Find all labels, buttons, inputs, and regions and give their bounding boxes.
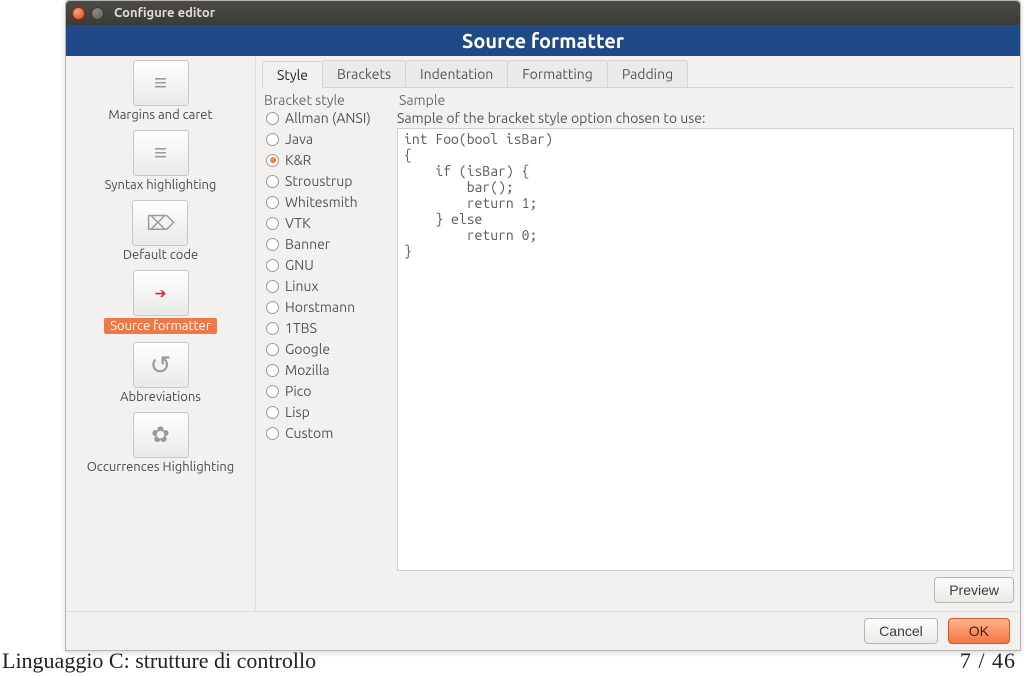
text-icon [133, 60, 189, 106]
titlebar: Configure editor [66, 1, 1020, 25]
bracket-option-mozilla[interactable]: Mozilla [266, 362, 397, 378]
radio-label: Google [285, 341, 330, 357]
radio-icon [266, 196, 279, 209]
sidebar-item-syntax-highlighting[interactable]: Syntax highlighting [105, 130, 217, 192]
radio-label: Horstmann [285, 299, 355, 315]
minimize-icon[interactable] [91, 7, 104, 20]
bracket-option-google[interactable]: Google [266, 341, 397, 357]
radio-icon [266, 238, 279, 251]
bracket-option-pico[interactable]: Pico [266, 383, 397, 399]
red-icon [133, 270, 189, 316]
radio-icon [266, 427, 279, 440]
preview-button[interactable]: Preview [934, 577, 1014, 603]
radio-icon [266, 343, 279, 356]
sidebar-item-source-formatter[interactable]: Source formatter [104, 270, 217, 334]
bracket-option-linux[interactable]: Linux [266, 278, 397, 294]
radio-icon [266, 364, 279, 377]
radio-label: Custom [285, 425, 333, 441]
radio-label: Banner [285, 236, 330, 252]
sample-code: int Foo(bool isBar) { if (isBar) { bar()… [397, 128, 1014, 571]
sample-header: Sample [397, 92, 1014, 108]
text-icon [133, 130, 189, 176]
sidebar-item-abbreviations[interactable]: Abbreviations [120, 342, 201, 404]
sidebar-item-label: Source formatter [104, 318, 217, 334]
cancel-button[interactable]: Cancel [864, 618, 938, 644]
bracket-option-gnu[interactable]: GNU [266, 257, 397, 273]
sidebar-item-occurrences-highlighting[interactable]: Occurrences Highlighting [87, 412, 235, 474]
tab-bar: StyleBracketsIndentationFormattingPaddin… [262, 60, 1014, 88]
radio-icon [266, 280, 279, 293]
radio-label: Mozilla [285, 362, 330, 378]
bracket-option-1tbs[interactable]: 1TBS [266, 320, 397, 336]
bracket-option-whitesmith[interactable]: Whitesmith [266, 194, 397, 210]
bracket-style-list: Allman (ANSI) Java K&R Stroustrup Whitesmith… [262, 110, 397, 441]
radio-icon [266, 217, 279, 230]
tab-brackets[interactable]: Brackets [322, 60, 406, 87]
slide-footer: Linguaggio C: strutture di controllo 7 /… [0, 646, 1024, 676]
radio-label: K&R [285, 152, 311, 168]
content-area: StyleBracketsIndentationFormattingPaddin… [256, 56, 1020, 611]
radio-label: GNU [285, 257, 314, 273]
radio-label: Lisp [285, 404, 310, 420]
sidebar-item-label: Abbreviations [120, 390, 201, 404]
radio-icon [266, 406, 279, 419]
radio-label: Pico [285, 383, 311, 399]
radio-label: 1TBS [285, 320, 317, 336]
bracket-option-allman-ansi-[interactable]: Allman (ANSI) [266, 110, 397, 126]
radio-label: Stroustrup [285, 173, 352, 189]
bracket-option-java[interactable]: Java [266, 131, 397, 147]
radio-icon [266, 133, 279, 146]
bracket-option-lisp[interactable]: Lisp [266, 404, 397, 420]
close-icon[interactable] [72, 7, 85, 20]
radio-icon [266, 154, 279, 167]
bracket-option-stroustrup[interactable]: Stroustrup [266, 173, 397, 189]
bracket-style-header: Bracket style [262, 92, 397, 108]
window-title: Configure editor [114, 6, 215, 20]
radio-icon [266, 385, 279, 398]
radio-icon [266, 175, 279, 188]
bracket-option-k-r[interactable]: K&R [266, 152, 397, 168]
radio-icon [266, 259, 279, 272]
tab-style[interactable]: Style [262, 61, 323, 88]
sidebar-item-margins-and-caret[interactable]: Margins and caret [108, 60, 212, 122]
slide-title: Linguaggio C: strutture di controllo [2, 648, 316, 674]
ok-button[interactable]: OK [948, 618, 1010, 644]
radio-label: Whitesmith [285, 194, 358, 210]
radio-icon [266, 301, 279, 314]
dialog-footer: Cancel OK [66, 611, 1020, 650]
bracket-option-custom[interactable]: Custom [266, 425, 397, 441]
sidebar-item-label: Margins and caret [108, 108, 212, 122]
sidebar-item-label: Default code [123, 248, 198, 262]
tab-padding[interactable]: Padding [607, 60, 688, 87]
tab-formatting[interactable]: Formatting [507, 60, 608, 87]
radio-label: Java [285, 131, 313, 147]
bracket-option-horstmann[interactable]: Horstmann [266, 299, 397, 315]
radio-label: Linux [285, 278, 319, 294]
stamp-icon [132, 200, 188, 246]
tab-indentation[interactable]: Indentation [405, 60, 508, 87]
bracket-option-vtk[interactable]: VTK [266, 215, 397, 231]
radio-label: Allman (ANSI) [285, 110, 371, 126]
radio-icon [266, 322, 279, 335]
sample-description: Sample of the bracket style option chose… [397, 110, 1014, 126]
sidebar-item-label: Syntax highlighting [105, 178, 217, 192]
sidebar-item-default-code[interactable]: Default code [123, 200, 198, 262]
configure-editor-window: Configure editor Source formatter Margin… [65, 0, 1021, 651]
category-sidebar: Margins and caret Syntax highlighting Defa… [66, 56, 256, 611]
sidebar-item-label: Occurrences Highlighting [87, 460, 235, 474]
radio-label: VTK [285, 215, 311, 231]
bracket-option-banner[interactable]: Banner [266, 236, 397, 252]
page-title: Source formatter [66, 25, 1020, 56]
arrow-icon [133, 342, 189, 388]
radio-icon [266, 112, 279, 125]
slide-page: 7 / 46 [960, 648, 1016, 674]
puzzle-icon [133, 412, 189, 458]
